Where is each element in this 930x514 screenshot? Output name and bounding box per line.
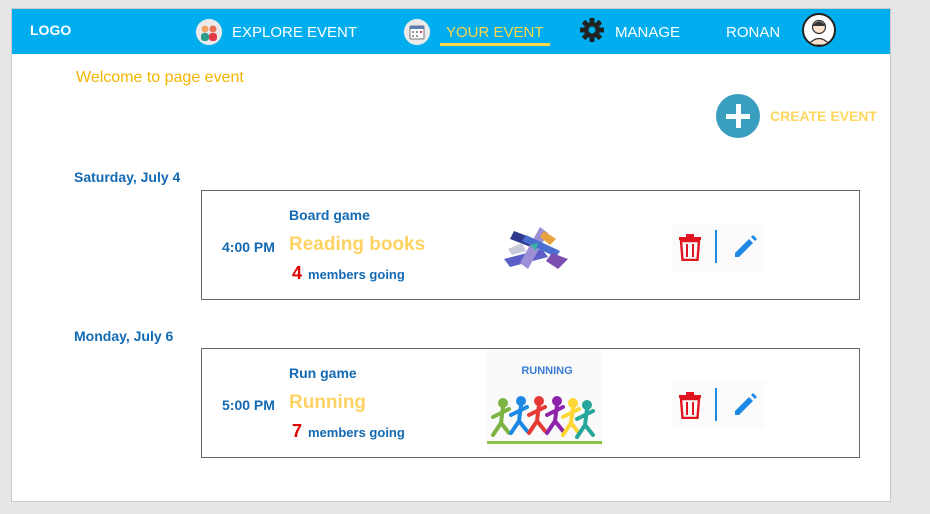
gear-icon (579, 17, 605, 47)
event-category: Run game (289, 365, 357, 381)
nav-manage-label: MANAGE (615, 23, 681, 41)
nav-explore-event[interactable]: EXPLORE EVENT (196, 17, 357, 47)
members-count: 7 (292, 421, 303, 441)
running-image-caption: RUNNING (521, 365, 572, 377)
event-category: Board game (289, 207, 370, 223)
trash-icon[interactable] (678, 391, 702, 424)
members-going: 4 members going (292, 263, 405, 284)
members-text: members going (308, 267, 405, 282)
event-time: 5:00 PM (222, 397, 275, 413)
create-event-button[interactable]: CREATE EVENT (716, 94, 877, 138)
running-image: RUNNING (487, 351, 602, 454)
event-title[interactable]: Reading books (289, 234, 425, 256)
event-card[interactable]: 5:00 PM Run game Running 7 members going… (201, 348, 860, 458)
top-navbar: LOGO EXPLORE EVENT YOUR EVENT MANAGE RON… (12, 9, 890, 54)
pencil-icon[interactable] (732, 392, 758, 423)
nav-your-event[interactable]: YOUR EVENT (404, 17, 550, 47)
members-count: 4 (292, 263, 303, 283)
event-actions (672, 223, 765, 271)
welcome-text: Welcome to page event (76, 69, 244, 86)
logo[interactable]: LOGO (30, 22, 71, 38)
create-event-label: CREATE EVENT (770, 108, 878, 124)
calendar-icon (404, 19, 430, 45)
people-icon (196, 19, 222, 45)
nav-your-label: YOUR EVENT (440, 24, 550, 46)
app-window: LOGO EXPLORE EVENT YOUR EVENT MANAGE RON… (11, 8, 891, 502)
event-title[interactable]: Running (289, 392, 366, 414)
date-header: Monday, July 6 (74, 328, 174, 344)
action-divider (715, 230, 717, 263)
trash-icon[interactable] (678, 233, 702, 266)
username-label: RONAN (726, 23, 781, 41)
event-time: 4:00 PM (222, 239, 275, 255)
action-divider (715, 388, 717, 421)
avatar[interactable] (802, 13, 836, 47)
event-actions (672, 381, 765, 429)
plus-circle-icon (716, 94, 760, 138)
nav-manage[interactable]: MANAGE (579, 17, 680, 47)
user-avatar-icon (807, 19, 831, 45)
members-text: members going (308, 425, 405, 440)
date-header: Saturday, July 4 (74, 169, 181, 185)
event-card[interactable]: 4:00 PM Board game Reading books 4 membe… (201, 190, 860, 300)
nav-username[interactable]: RONAN (726, 17, 780, 47)
pencil-icon[interactable] (732, 234, 758, 265)
members-going: 7 members going (292, 421, 405, 442)
nav-explore-label: EXPLORE EVENT (232, 23, 358, 41)
books-image (500, 221, 572, 282)
